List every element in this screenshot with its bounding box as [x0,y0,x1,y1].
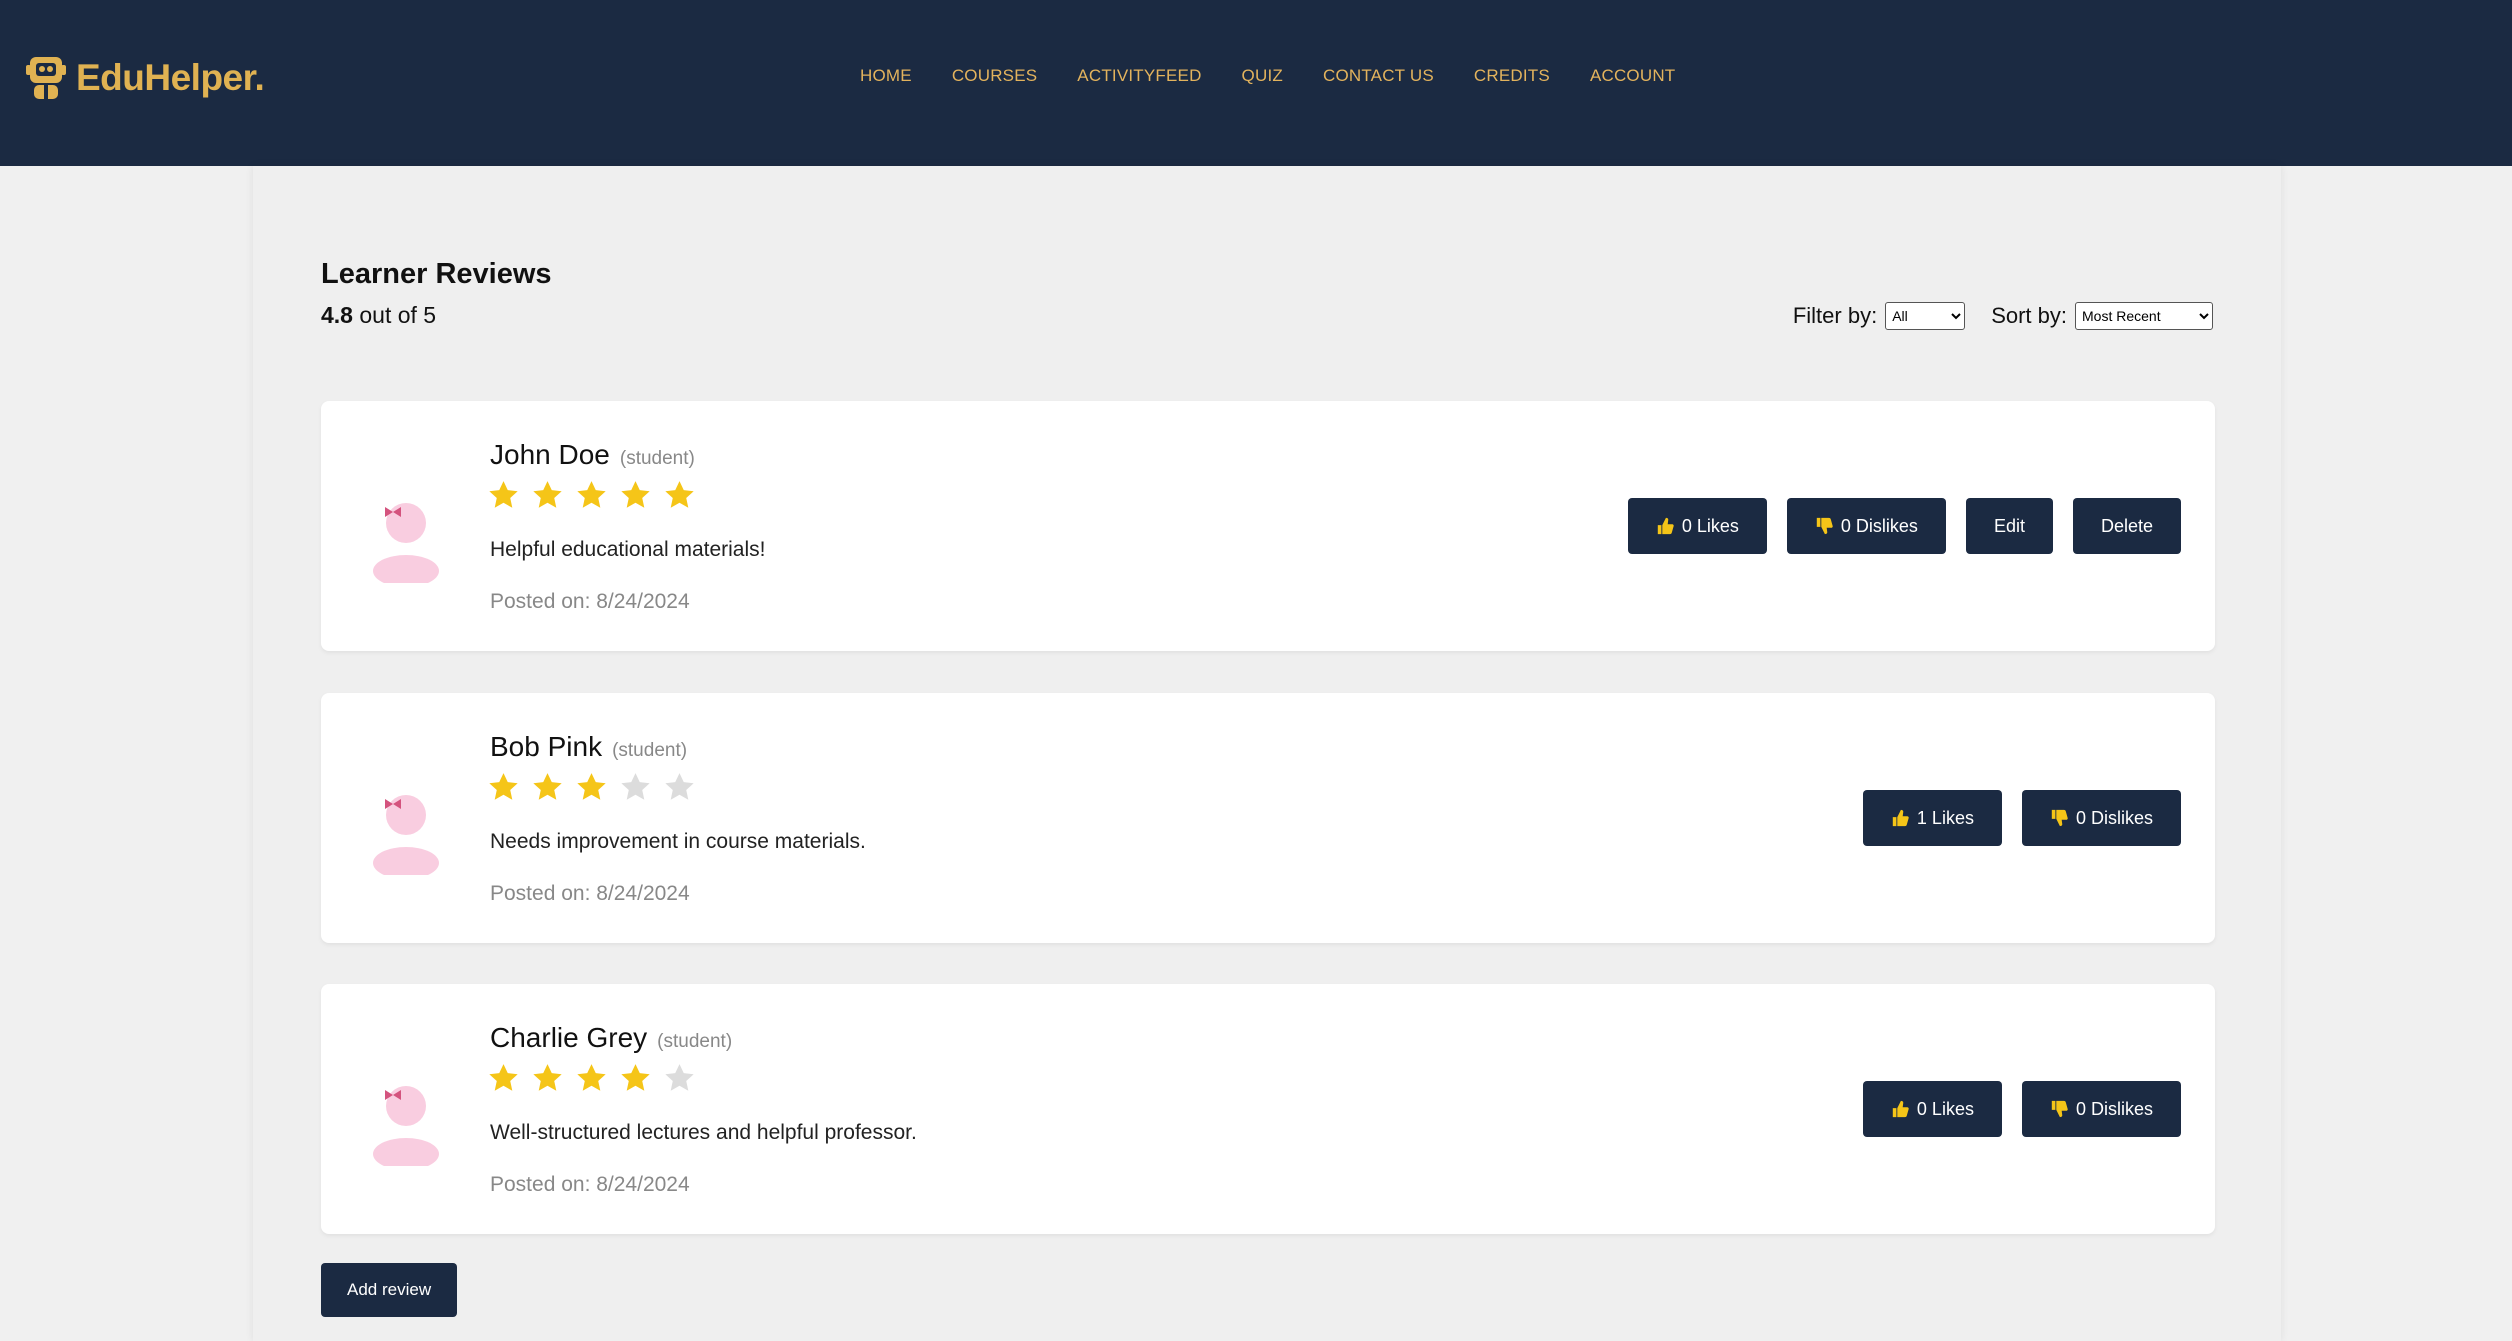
delete-button[interactable]: Delete [2072,498,2181,554]
like-count: 0 Likes [1681,515,1739,536]
nav-quiz[interactable]: QUIZ [1242,66,1283,86]
reviewer-name: Charlie Grey (student) [490,1022,732,1054]
star-filled-icon [665,481,694,508]
thumbs-down-icon [2051,1100,2068,1118]
star-rating [487,479,696,512]
star-filled-icon [577,481,606,508]
like-button[interactable]: 0 Likes [1862,1081,2002,1137]
review-text: Helpful educational materials! [490,538,766,561]
review-date: Posted on: 8/24/2024 [490,590,690,613]
average-suffix: out of 5 [352,302,437,328]
star-rating [487,771,696,804]
filter-select[interactable]: All [1885,302,1966,330]
reviewer-name: Bob Pink (student) [490,731,687,763]
review-actions: 0 Likes 0 Dislikes [1862,1081,2181,1137]
review-controls: Filter by: All Sort by: Most Recent [1793,302,2213,330]
average-rating: 4.8 out of 5 [321,302,436,329]
dislike-count: 0 Dislikes [2075,807,2153,828]
add-review-button[interactable]: Add review [321,1263,458,1317]
thumbs-up-icon [1892,809,1909,827]
main-nav: HOME COURSES ACTIVITYFEED QUIZ CONTACT U… [860,66,1675,86]
star-empty-icon [621,773,650,800]
dislike-button[interactable]: 0 Dislikes [2021,1081,2181,1137]
nav-credits[interactable]: CREDITS [1474,66,1550,86]
sort-label: Sort by: [1991,303,2067,328]
star-empty-icon [665,773,694,800]
star-filled-icon [577,773,606,800]
avatar-icon [373,795,439,875]
review-card: Bob Pink (student) Needs improvement in c… [321,693,2215,943]
reviewer-name-text: Bob Pink [490,731,603,762]
thumbs-up-icon [1892,1100,1909,1118]
star-filled-icon [577,1064,606,1091]
reviewer-role: (student) [619,448,695,469]
avatar-icon [373,503,439,583]
star-empty-icon [665,1064,694,1091]
thumbs-down-icon [1816,517,1833,535]
like-button[interactable]: 0 Likes [1627,498,1767,554]
page-title: Learner Reviews [321,258,552,290]
dislike-button[interactable]: 0 Dislikes [2021,790,2181,846]
like-count: 1 Likes [1916,807,1974,828]
top-navbar: EduHelper. HOME COURSES ACTIVITYFEED QUI… [0,0,2512,166]
reviewer-name: John Doe (student) [490,439,695,471]
reviewer-role: (student) [612,740,688,761]
star-filled-icon [621,1064,650,1091]
star-filled-icon [621,481,650,508]
sort-select[interactable]: Most Recent [2075,302,2213,330]
brand-name: EduHelper. [76,57,265,98]
dislike-button[interactable]: 0 Dislikes [1786,498,1946,554]
star-filled-icon [533,1064,562,1091]
star-filled-icon [533,773,562,800]
nav-contact-us[interactable]: CONTACT US [1323,66,1434,86]
nav-courses[interactable]: COURSES [952,66,1037,86]
review-text: Needs improvement in course materials. [490,830,866,853]
star-rating [487,1062,696,1095]
reviewer-role: (student) [657,1031,733,1052]
review-date: Posted on: 8/24/2024 [490,882,690,905]
nav-activityfeed[interactable]: ACTIVITYFEED [1077,66,1201,86]
review-actions: 1 Likes 0 Dislikes [1862,790,2181,846]
review-date: Posted on: 8/24/2024 [490,1173,690,1196]
review-actions: 0 Likes 0 Dislikes Edit Delete [1627,498,2181,554]
dislike-count: 0 Dislikes [1840,515,1918,536]
reviewer-name-text: Charlie Grey [490,1022,648,1053]
review-card: John Doe (student) Helpful educational ma… [321,401,2215,651]
star-filled-icon [533,481,562,508]
filter-label: Filter by: [1792,303,1878,328]
star-filled-icon [489,481,518,508]
dislike-count: 0 Dislikes [2075,1098,2153,1119]
logo[interactable]: EduHelper. [26,50,265,106]
reviewer-name-text: John Doe [490,439,610,470]
like-button[interactable]: 1 Likes [1862,790,2002,846]
like-count: 0 Likes [1916,1098,1974,1119]
edit-button[interactable]: Edit [1965,498,2053,554]
average-value: 4.8 [321,302,353,328]
review-card: Charlie Grey (student) Well-structured le… [321,984,2215,1234]
star-filled-icon [489,1064,518,1091]
logo-icon [26,57,66,99]
avatar-icon [373,1086,439,1166]
thumbs-up-icon [1657,517,1674,535]
nav-account[interactable]: ACCOUNT [1590,66,1675,86]
reviews-panel: Learner Reviews 4.8 out of 5 Filter by: … [253,166,2281,1341]
review-text: Well-structured lectures and helpful pro… [490,1121,917,1144]
thumbs-down-icon [2051,809,2068,827]
star-filled-icon [489,773,518,800]
nav-home[interactable]: HOME [860,66,912,86]
